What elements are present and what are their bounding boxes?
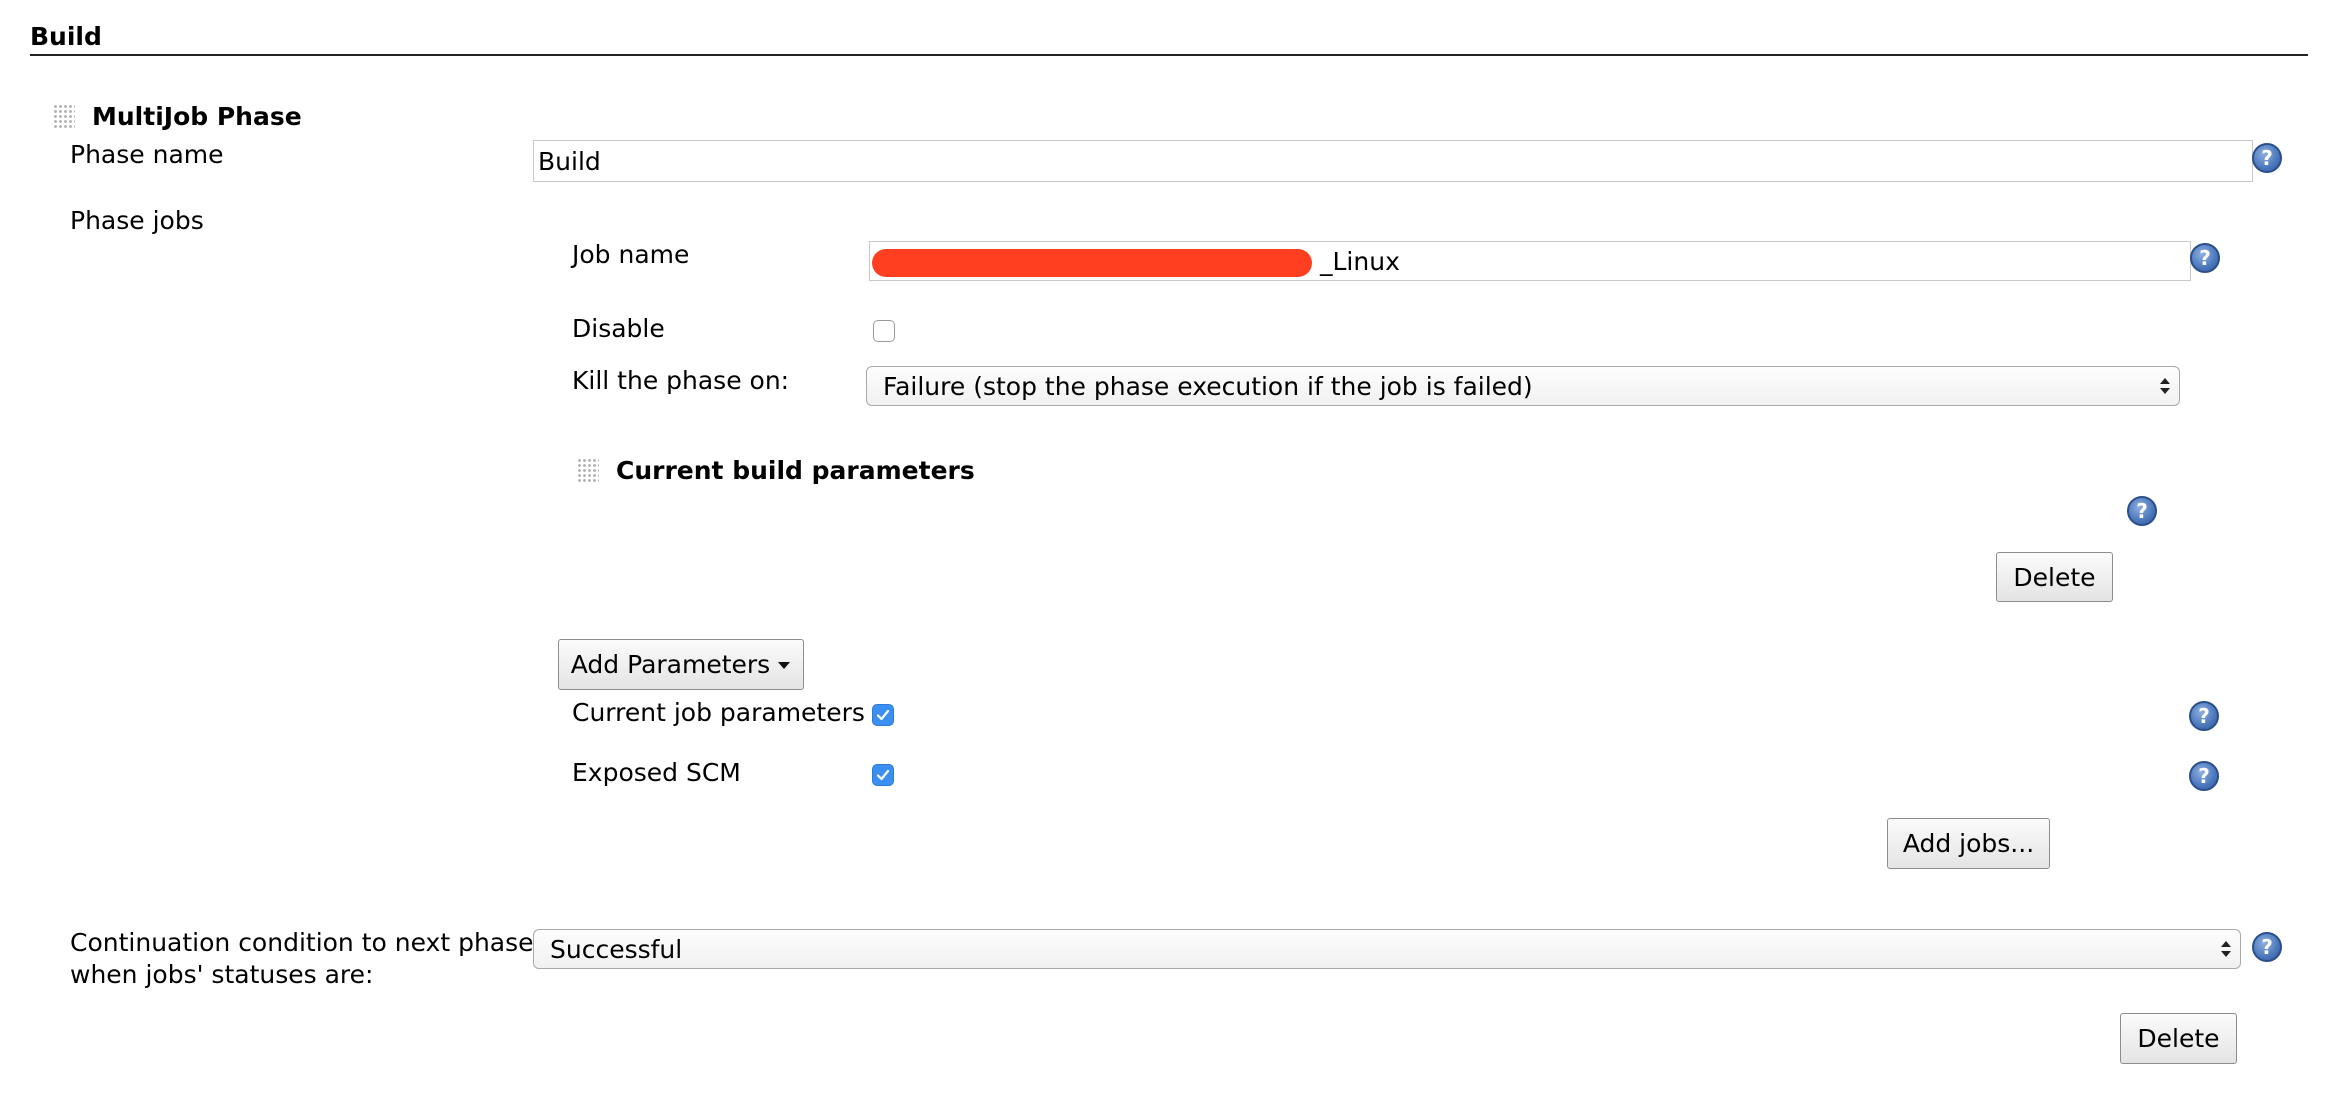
params-block-title: Current build parameters [616,456,975,485]
continuation-select[interactable]: Successful [533,929,2241,969]
phase-name-input[interactable]: Build [533,140,2253,182]
select-arrows-icon [2221,941,2231,957]
exposed-scm-label: Exposed SCM [572,758,741,787]
phase-name-help-icon[interactable]: ? [2252,143,2282,173]
disable-label: Disable [572,314,665,343]
exposed-scm-help-icon[interactable]: ? [2189,761,2219,791]
kill-phase-select-value: Failure (stop the phase execution if the… [883,371,1533,401]
add-parameters-label: Add Parameters [570,650,771,679]
phase-block-title: MultiJob Phase [92,102,302,131]
kill-phase-label: Kill the phase on: [572,366,790,395]
current-job-params-help-icon[interactable]: ? [2189,701,2219,731]
redaction-mark [872,249,1312,277]
continuation-help-icon[interactable]: ? [2252,932,2282,962]
current-job-params-label: Current job parameters [572,698,865,727]
params-help-icon[interactable]: ? [2127,496,2157,526]
continuation-select-value: Successful [550,934,683,964]
section-title: Build [30,22,102,51]
check-icon [876,769,890,781]
add-parameters-button[interactable]: Add Parameters [558,639,804,690]
phase-jobs-label: Phase jobs [70,206,204,235]
phase-delete-button[interactable]: Delete [2120,1013,2237,1064]
caret-down-icon [778,661,791,669]
job-name-help-icon[interactable]: ? [2190,243,2220,273]
select-arrows-icon [2160,378,2170,394]
exposed-scm-checkbox[interactable] [872,764,894,786]
current-job-params-checkbox[interactable] [872,704,894,726]
disable-checkbox[interactable] [873,320,895,342]
phase-drag-handle-icon[interactable] [53,104,75,130]
job-name-label: Job name [572,240,690,269]
phase-name-label: Phase name [70,140,224,169]
kill-phase-select[interactable]: Failure (stop the phase execution if the… [866,366,2180,406]
params-delete-button[interactable]: Delete [1996,552,2113,602]
check-icon [876,709,890,721]
params-drag-handle-icon[interactable] [577,458,599,484]
add-jobs-button[interactable]: Add jobs... [1887,818,2050,869]
continuation-label-line2: when jobs' statuses are: [70,960,374,989]
continuation-label-line1: Continuation condition to next phase [70,928,534,957]
section-divider [30,54,2308,56]
